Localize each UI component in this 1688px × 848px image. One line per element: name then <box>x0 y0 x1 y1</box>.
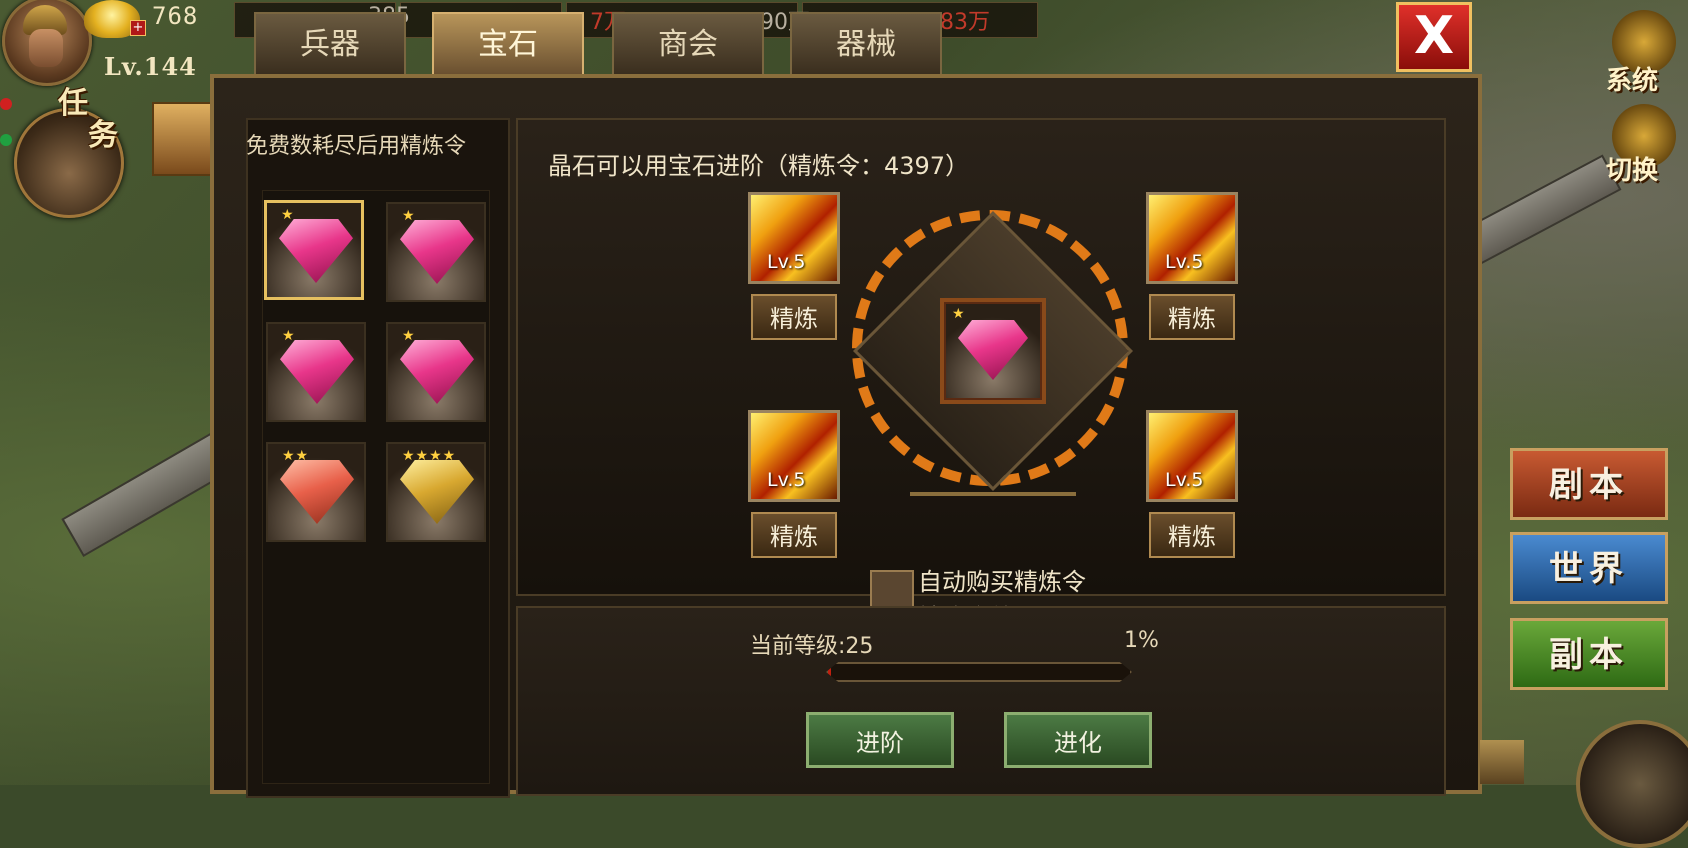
weapon-slot[interactable]: Lv.5 <box>1146 410 1238 502</box>
tab-guild[interactable]: 商会 <box>612 12 764 74</box>
pink-gem-icon <box>958 320 1028 380</box>
gem-slot[interactable]: ★ <box>264 200 364 300</box>
weapon-level: Lv.5 <box>767 251 806 273</box>
pink-gem-icon <box>400 220 474 284</box>
gem-stars: ★ <box>281 207 295 223</box>
refine-button[interactable]: 精炼 <box>1149 294 1235 340</box>
gem-stars: ★ <box>402 328 416 344</box>
auto-buy-label: 自动购买精炼令 <box>918 568 1086 596</box>
close-button[interactable]: X <box>1396 2 1472 72</box>
gem-slot[interactable]: ★ <box>386 202 486 302</box>
level-progress-bar <box>826 662 1132 682</box>
add-gold-button[interactable]: + <box>130 20 146 36</box>
system-label: 系统 <box>1606 66 1659 96</box>
tab-machinery[interactable]: 器械 <box>790 12 942 74</box>
center-gem-slot[interactable]: ★ <box>946 304 1040 398</box>
red-gem-icon <box>280 460 354 524</box>
weapon-level: Lv.5 <box>1165 251 1204 273</box>
level-area <box>516 606 1446 796</box>
switch-label: 切换 <box>1606 156 1659 186</box>
pink-gem-icon <box>400 340 474 404</box>
player-level: Lv.144 <box>104 52 197 81</box>
status-dot <box>0 134 12 146</box>
tab-gems[interactable]: 宝石 <box>432 12 584 74</box>
divider <box>910 492 1076 496</box>
upgrade-title: 晶石可以用宝石进阶（精炼令：4397） <box>548 152 970 180</box>
gem-slot[interactable]: ★★★★ <box>386 442 486 542</box>
world-button[interactable]: 世界 <box>1510 532 1668 604</box>
tab-weapons[interactable]: 兵器 <box>254 12 406 74</box>
gem-stars: ★ <box>282 328 296 344</box>
advance-button[interactable]: 进阶 <box>806 712 954 768</box>
weapon-level: Lv.5 <box>1165 469 1204 491</box>
progress-percent: 1% <box>1124 628 1159 653</box>
current-level: 当前等级:25 <box>750 634 874 659</box>
weapon-slot[interactable]: Lv.5 <box>748 410 840 502</box>
quest-label: 任务 <box>58 86 118 153</box>
refine-button[interactable]: 精炼 <box>1149 512 1235 558</box>
gem-stars: ★ <box>402 208 416 224</box>
weapon-slot[interactable]: Lv.5 <box>748 192 840 284</box>
dungeon-button[interactable]: 剧本 <box>1510 448 1668 520</box>
gem-stars: ★ <box>952 306 966 322</box>
gem-slot[interactable]: ★ <box>386 322 486 422</box>
refine-button[interactable]: 精炼 <box>751 512 837 558</box>
weapon-slot[interactable]: Lv.5 <box>1146 192 1238 284</box>
gem-slot[interactable]: ★★ <box>266 442 366 542</box>
gem-list-title: 免费数耗尽后用精炼令 <box>246 134 467 159</box>
refine-button[interactable]: 精炼 <box>751 294 837 340</box>
gold-gem-icon <box>400 460 474 524</box>
ornament-icon <box>1480 740 1524 784</box>
resource-value: 83万 <box>940 10 990 35</box>
weapon-level: Lv.5 <box>767 469 806 491</box>
instance-button[interactable]: 副本 <box>1510 618 1668 690</box>
gold-amount: 768 <box>152 2 199 30</box>
expand-menu-button[interactable] <box>1576 720 1688 848</box>
evolve-button[interactable]: 进化 <box>1004 712 1152 768</box>
gem-slot[interactable]: ★ <box>266 322 366 422</box>
pink-gem-icon <box>279 219 353 283</box>
player-avatar[interactable] <box>2 0 92 86</box>
pink-gem-icon <box>280 340 354 404</box>
status-dot <box>0 98 12 110</box>
